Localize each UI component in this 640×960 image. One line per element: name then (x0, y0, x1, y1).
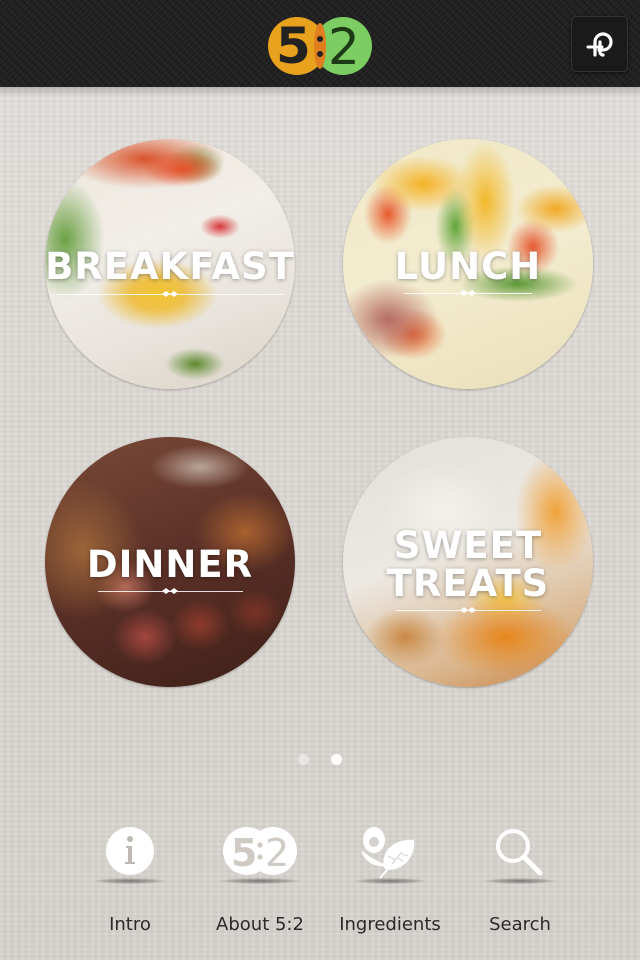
info-icon (106, 827, 154, 875)
pinterest-button[interactable] (571, 16, 628, 72)
ornament-icon (162, 291, 178, 297)
divider-ornament (395, 607, 541, 613)
tile-label: DINNER (86, 543, 254, 586)
top-bar: 5 2 (0, 0, 640, 87)
ornament-icon (162, 588, 178, 594)
egg-leaf-icon (361, 827, 415, 879)
nav-label: Intro (109, 914, 151, 935)
logo-digit-five: 5 (276, 17, 311, 75)
tile-sweet-treats[interactable]: SWEET TREATS (343, 437, 593, 687)
ornament-icon (460, 290, 476, 296)
tile-label: BREAKFAST (45, 245, 295, 288)
tile-lunch[interactable]: LUNCH (343, 139, 593, 389)
app-logo: 5 2 (268, 17, 372, 76)
nav-label: Search (489, 914, 551, 935)
nav-intro[interactable]: Intro (65, 820, 195, 950)
five-two-logo-icon: 5 2 (223, 827, 297, 875)
page-dot-2-active[interactable] (330, 754, 342, 765)
divider-ornament (97, 588, 243, 594)
nav-label: Ingredients (339, 914, 441, 935)
tile-breakfast[interactable]: BREAKFAST (45, 139, 295, 389)
search-icon (496, 829, 543, 876)
nav-search[interactable]: Search (455, 820, 585, 950)
ornament-icon (460, 607, 476, 613)
svg-text:2: 2 (265, 831, 289, 875)
tile-label: LUNCH (394, 245, 542, 288)
divider-ornament (404, 290, 532, 296)
nav-ingredients[interactable]: Ingredients (325, 820, 455, 950)
tile-dinner[interactable]: DINNER (45, 437, 295, 687)
svg-text:5: 5 (231, 831, 257, 875)
divider-ornament (56, 291, 284, 297)
nav-label: About 5:2 (216, 914, 304, 935)
pinterest-p-icon (586, 32, 613, 57)
nav-about[interactable]: 5 2 About 5:2 (195, 820, 325, 950)
logo-colon (314, 34, 326, 60)
logo-digit-two: 2 (328, 18, 360, 76)
page-indicator (0, 750, 640, 765)
tile-label: SWEET TREATS (386, 524, 550, 605)
